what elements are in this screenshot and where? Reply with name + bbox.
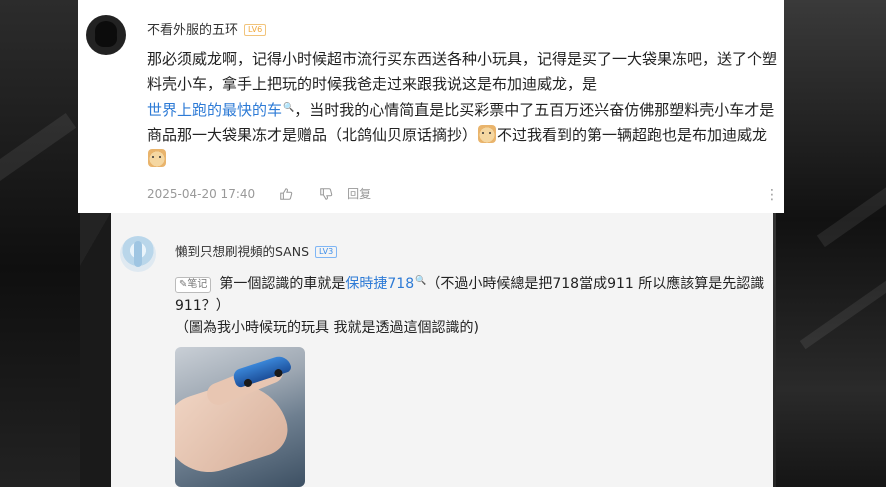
search-icon[interactable]: 🔍: [283, 103, 294, 113]
note-tag-label: 笔记: [187, 279, 208, 290]
search-link[interactable]: 保時捷718: [345, 276, 414, 292]
username-text[interactable]: 懶到只想刷視頻的SANS: [175, 244, 309, 259]
video-background-right: [776, 0, 886, 487]
note-tag[interactable]: ✎笔记: [175, 277, 212, 293]
doge-emoji-icon: [478, 124, 497, 143]
avatar[interactable]: [120, 236, 156, 272]
comment-card: 懶到只想刷視頻的SANS LV3 ✎笔记 第一個認識的車就是保時捷718🔍（不過小時…: [111, 213, 773, 487]
comment-username[interactable]: 懶到只想刷視頻的SANS LV3: [175, 241, 338, 260]
search-icon[interactable]: 🔍: [415, 276, 426, 286]
comment-text: 那必须威龙啊，记得小时候超市流行买东西送各种小玩具，记得是买了一大袋果冻吧，送了…: [147, 47, 779, 172]
reply-button[interactable]: 回复: [347, 185, 371, 202]
thumb-up-icon: [280, 187, 293, 200]
comment-card: 不看外服的五环 LV6 那必须威龙啊，记得小时候超市流行买东西送各种小玩具，记得是…: [78, 0, 784, 213]
comment-image[interactable]: [175, 347, 305, 487]
comment-timestamp: 2025-04-20 17:40: [147, 186, 256, 201]
comment-text-part: 那必须威龙啊，记得小时候超市流行买东西送各种小玩具，记得是买了一大袋果冻吧，送了…: [147, 50, 778, 93]
username-text[interactable]: 不看外服的五环: [147, 23, 238, 38]
level-badge: LV6: [244, 24, 267, 36]
thumb-down-icon: [320, 187, 333, 200]
comment-text: ✎笔记 第一個認識的車就是保時捷718🔍（不過小時候總是把718當成911 所以應…: [175, 270, 765, 339]
comment-text-part: （圖為我小時候玩的玩具 我就是透過這個認識的): [175, 320, 479, 336]
comment-username[interactable]: 不看外服的五环 LV6: [147, 19, 267, 38]
more-dots-icon[interactable]: ⋮: [765, 187, 780, 203]
level-badge: LV3: [315, 246, 338, 258]
avatar[interactable]: [86, 15, 126, 55]
comment-text-part: 不过我看到的第一辆超跑也是布加迪威龙: [497, 125, 768, 144]
like-button[interactable]: [279, 187, 293, 201]
doge-emoji-icon: [148, 149, 166, 167]
comment-meta: 2025-04-20 17:40 回复: [147, 185, 371, 202]
video-background-left: [0, 0, 80, 487]
search-link[interactable]: 世界上跑的最快的车: [147, 101, 282, 119]
comment-text-part: 第一個認識的車就是: [219, 276, 346, 292]
dislike-button[interactable]: [319, 187, 333, 201]
